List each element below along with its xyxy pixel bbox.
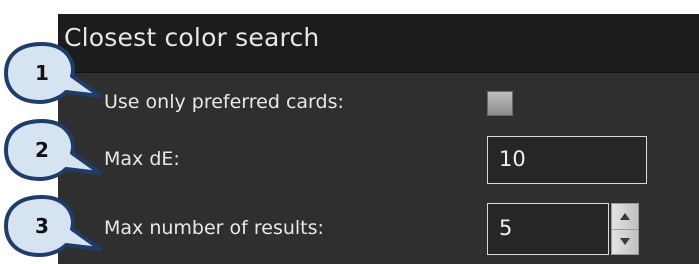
max-de-field[interactable]: 10 [487,136,647,184]
spin-up-button[interactable] [612,204,638,230]
panel-header: Closest color search [58,14,699,73]
max-results-label: Max number of results: [104,217,324,239]
arrow-up-icon [620,213,630,220]
max-results-spinner [611,203,639,255]
max-de-label: Max dE: [104,148,180,170]
use-preferred-cards-checkbox[interactable] [487,91,513,116]
max-results-field[interactable]: 5 [487,203,609,255]
callout-3: 3 [0,195,106,257]
callout-1: 1 [0,42,106,104]
callout-number: 1 [35,61,49,85]
callout-number: 3 [35,214,49,238]
callout-number: 2 [35,138,49,162]
arrow-down-icon [620,238,630,245]
callout-2: 2 [0,119,106,181]
spin-down-button[interactable] [612,229,638,254]
use-preferred-cards-label: Use only preferred cards: [104,91,344,113]
